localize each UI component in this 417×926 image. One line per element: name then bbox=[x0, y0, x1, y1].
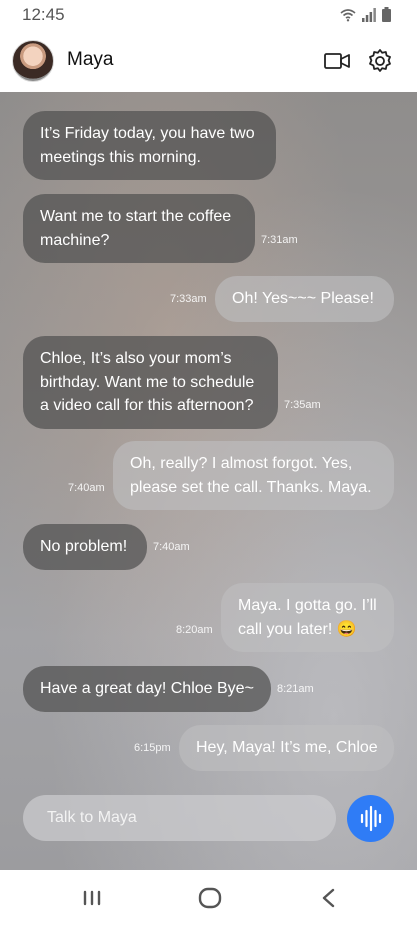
message-text: Chloe, It’s also your mom’s birthday. Wa… bbox=[40, 350, 255, 414]
recents-button[interactable] bbox=[78, 884, 106, 912]
message-bubble-incoming[interactable]: Want me to start the coffee machine? bbox=[23, 194, 255, 263]
chat-header: Maya bbox=[0, 30, 417, 93]
contact-name: Maya bbox=[67, 49, 114, 70]
battery-icon bbox=[382, 7, 391, 22]
voice-input-button[interactable] bbox=[347, 795, 394, 842]
message-text: Oh, really? I almost forgot. Yes, please… bbox=[130, 455, 372, 496]
recents-icon bbox=[83, 890, 101, 906]
message-timestamp: 7:35am bbox=[284, 399, 321, 411]
message-text: Hey, Maya! It’s me, Chloe bbox=[196, 739, 378, 756]
message-text: Want me to start the coffee machine? bbox=[40, 208, 232, 249]
signal-icon bbox=[362, 8, 376, 22]
message-bubble-incoming[interactable]: Have a great day! Chloe Bye~ bbox=[23, 666, 271, 712]
message-timestamp: 7:31am bbox=[261, 234, 298, 246]
wifi-icon bbox=[340, 9, 356, 22]
message-text: Maya. I gotta go. I’ll call you later! 😄 bbox=[238, 597, 377, 638]
message-bubble-outgoing[interactable]: Oh! Yes~~~ Please! bbox=[215, 276, 394, 322]
message-bubble-incoming[interactable]: No problem! bbox=[23, 524, 147, 570]
message-text: Have a great day! Chloe Bye~ bbox=[40, 680, 254, 697]
message-composer bbox=[23, 795, 336, 841]
message-timestamp: 6:15pm bbox=[134, 742, 171, 754]
settings-icon bbox=[369, 49, 391, 72]
message-text: No problem! bbox=[40, 538, 128, 555]
settings-button[interactable] bbox=[366, 46, 396, 76]
status-time: 12:45 bbox=[22, 5, 65, 24]
message-text: Oh! Yes~~~ Please! bbox=[232, 290, 374, 307]
status-icons bbox=[340, 7, 391, 22]
message-bubble-outgoing[interactable]: Oh, really? I almost forgot. Yes, please… bbox=[113, 441, 394, 510]
chat-area[interactable]: It’s Friday today, you have two meetings… bbox=[0, 92, 417, 870]
system-nav-bar bbox=[0, 870, 417, 926]
message-text: It’s Friday today, you have two meetings… bbox=[40, 125, 255, 166]
home-icon bbox=[198, 887, 222, 909]
message-input[interactable] bbox=[23, 795, 336, 841]
back-icon bbox=[322, 888, 335, 908]
message-timestamp: 7:40am bbox=[68, 482, 105, 494]
message-bubble-outgoing[interactable]: Hey, Maya! It’s me, Chloe bbox=[179, 725, 394, 771]
message-timestamp: 8:20am bbox=[176, 624, 213, 636]
message-bubble-outgoing[interactable]: Maya. I gotta go. I’ll call you later! 😄 bbox=[221, 583, 394, 652]
message-bubble-incoming[interactable]: It’s Friday today, you have two meetings… bbox=[23, 111, 276, 180]
video-call-button[interactable] bbox=[324, 46, 354, 76]
video-call-icon bbox=[324, 53, 350, 69]
status-bar: 12:45 bbox=[0, 0, 417, 30]
home-button[interactable] bbox=[196, 884, 224, 912]
message-bubble-incoming[interactable]: Chloe, It’s also your mom’s birthday. Wa… bbox=[23, 336, 278, 429]
voice-wave-icon bbox=[360, 805, 382, 832]
back-button[interactable] bbox=[315, 884, 343, 912]
avatar[interactable] bbox=[12, 40, 54, 82]
message-timestamp: 7:40am bbox=[153, 541, 190, 553]
message-timestamp: 7:33am bbox=[170, 293, 207, 305]
message-timestamp: 8:21am bbox=[277, 683, 314, 695]
